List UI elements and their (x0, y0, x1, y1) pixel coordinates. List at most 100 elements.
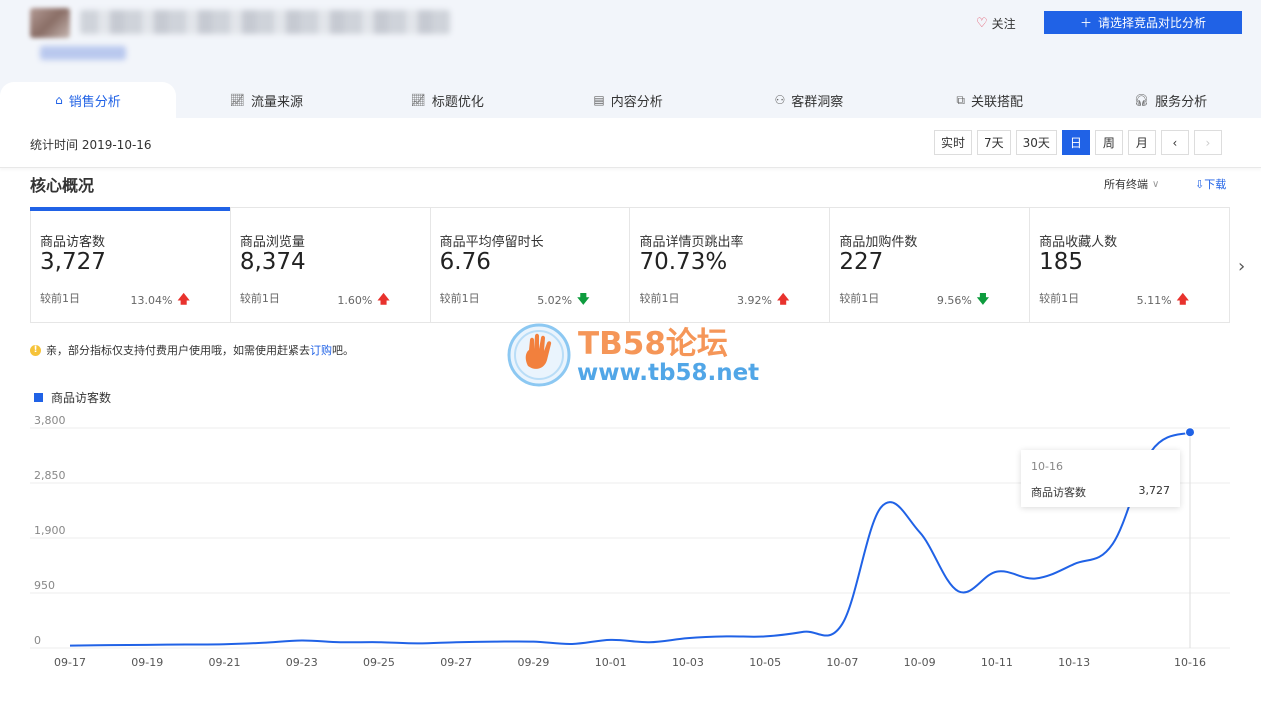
tooltip-date: 10-16 (1031, 460, 1063, 473)
x-tick-label: 09-23 (286, 656, 318, 669)
x-tick-label: 09-21 (208, 656, 240, 669)
watermark-text-brand: TB58论坛 (578, 326, 728, 362)
notice-suffix: 吧。 (332, 344, 354, 357)
download-icon: ⇩ (1195, 178, 1205, 191)
range-day-button[interactable]: 日 (1061, 130, 1090, 155)
metric-change: 3.92% 🡅 (737, 290, 789, 311)
range-realtime-button[interactable]: 实时 (934, 130, 973, 155)
tab-label: 销售分析 (68, 94, 121, 110)
tab-traffic-source[interactable]: 📈︎ 流量来源 (176, 82, 357, 118)
compare-competitor-button[interactable]: ＋ 请选择竞品对比分析 (1044, 11, 1242, 34)
x-tick-label: 10-05 (749, 656, 781, 669)
stat-time: 统计时间 2019-10-16 (30, 138, 152, 152)
metric-label: 商品平均停留时长 (439, 235, 544, 250)
metric-change-pct: 13.04% (130, 294, 173, 307)
metric-card-favorites[interactable]: 商品收藏人数 185 较前1日 5.11% 🡅 (1030, 208, 1229, 322)
y-tick-label: 1,900 (34, 524, 66, 537)
x-tick-label: 09-25 (363, 656, 395, 669)
metric-change-pct: 9.56% (936, 294, 972, 307)
metric-change-pct: 5.11% (1136, 294, 1172, 307)
tab-label: 标题优化 (431, 94, 484, 110)
tab-service-analysis[interactable]: 🎧︎ 服务分析 (1080, 82, 1261, 118)
paid-feature-notice: ! 亲，部分指标仅支持付费用户使用哦，如需使用赶紧去订购吧。 (30, 342, 354, 358)
metric-change-pct: 1.60% (337, 294, 373, 307)
metric-value: 70.73% (639, 249, 728, 275)
cards-next-button[interactable]: › (1238, 256, 1245, 277)
next-date-button[interactable]: › (1193, 130, 1222, 155)
chevron-left-icon: ‹ (1172, 135, 1178, 150)
metric-compare-label: 较前1日 (40, 292, 80, 305)
line-chart-icon: 📈︎ (410, 93, 426, 107)
x-tick-label: 10-09 (904, 656, 936, 669)
tab-content-analysis[interactable]: ▤ 内容分析 (538, 82, 719, 118)
metric-compare-label: 较前1日 (639, 292, 680, 305)
chart-legend[interactable]: 商品访客数 (34, 389, 111, 406)
prev-date-button[interactable]: ‹ (1160, 130, 1189, 155)
download-link[interactable]: ⇩下载 (1195, 176, 1226, 192)
x-tick-label: 09-27 (440, 656, 472, 669)
tab-related-match[interactable]: ⧉ 关联搭配 (899, 82, 1080, 118)
chart-tooltip: 10-16 商品访客数 3,727 (1021, 450, 1180, 507)
data-point-highlight (1185, 427, 1195, 438)
compare-button-label: 请选择竞品对比分析 (1098, 16, 1207, 30)
document-icon: ▤ (593, 93, 605, 107)
x-tick-label: 10-16 (1174, 656, 1206, 669)
metric-card-add-to-cart[interactable]: 商品加购件数 227 较前1日 9.56% 🡇 (830, 208, 1031, 322)
metric-card-visitors[interactable]: 商品访客数 3,727 较前1日 13.04% 🡅 (30, 207, 231, 322)
range-month-button[interactable]: 月 (1127, 130, 1156, 155)
section-title: 核心概况 (30, 176, 95, 195)
tab-label: 内容分析 (610, 94, 663, 110)
x-tick-label: 09-19 (131, 656, 163, 669)
metric-value: 8,374 (239, 249, 306, 275)
line-chart-icon: 📈︎ (229, 93, 246, 107)
tab-sales-analysis[interactable]: ⌂ 销售分析 (0, 82, 176, 118)
metric-cards: 商品访客数 3,727 较前1日 13.04% 🡅 商品浏览量 8,374 较前1… (30, 207, 1230, 323)
metric-change-pct: 3.92% (737, 294, 772, 307)
chevron-down-icon: ∨ (1152, 178, 1160, 190)
subscribe-link[interactable]: 订购 (310, 344, 332, 357)
product-title-blurred (80, 10, 450, 34)
tab-label: 流量来源 (251, 94, 304, 110)
metric-change: 5.02% 🡇 (537, 290, 589, 311)
terminal-select-value: 所有终端 (1104, 178, 1148, 191)
arrow-down-icon: 🡇 (577, 292, 590, 306)
tooltip-value: 3,727 (1138, 484, 1171, 497)
metric-change: 13.04% 🡅 (131, 290, 190, 311)
metric-card-pageviews[interactable]: 商品浏览量 8,374 较前1日 1.60% 🡅 (231, 208, 431, 322)
users-icon: ⚇ (774, 93, 786, 107)
x-tick-label: 10-07 (826, 656, 858, 669)
notice-text: 亲，部分指标仅支持付费用户使用哦，如需使用赶紧去订购吧。 (46, 342, 354, 358)
tab-customer-insight[interactable]: ⚇ 客群洞察 (718, 82, 899, 118)
follow-button[interactable]: ♡ 关注 (976, 15, 1016, 32)
x-tick-label: 09-17 (54, 656, 86, 669)
arrow-up-icon: 🡅 (1176, 292, 1189, 306)
metric-compare-label: 较前1日 (239, 292, 280, 305)
metric-card-bounce-rate[interactable]: 商品详情页跳出率 70.73% 较前1日 3.92% 🡅 (630, 208, 831, 322)
y-tick-label: 2,850 (34, 469, 66, 482)
range-7days-button[interactable]: 7天 (977, 130, 1011, 155)
watermark-hand-logo (507, 323, 571, 387)
arrow-down-icon: 🡇 (976, 292, 990, 306)
metric-compare-label: 较前1日 (1039, 292, 1080, 305)
headset-icon: 🎧︎ (1133, 93, 1150, 107)
metric-compare-label: 较前1日 (839, 292, 880, 305)
metric-value: 227 (839, 249, 884, 275)
arrow-up-icon: 🡅 (177, 292, 190, 306)
metric-label: 商品加购件数 (839, 235, 918, 250)
tab-title-optimization[interactable]: 📈︎ 标题优化 (357, 82, 538, 118)
chevron-right-icon: › (1205, 135, 1211, 150)
metric-value: 185 (1039, 249, 1084, 275)
x-tick-label: 10-01 (595, 656, 627, 669)
metric-change: 1.60% 🡅 (337, 290, 389, 311)
terminal-select[interactable]: 所有终端 ∨ (1104, 176, 1159, 192)
range-week-button[interactable]: 周 (1094, 130, 1123, 155)
range-30days-button[interactable]: 30天 (1015, 130, 1057, 155)
y-tick-label: 950 (34, 579, 55, 592)
product-thumbnail[interactable] (30, 8, 70, 38)
y-tick-label: 3,800 (34, 414, 66, 427)
metric-change: 5.11% 🡅 (1137, 290, 1189, 311)
watermark-text-url: www.tb58.net (577, 360, 760, 386)
x-tick-label: 10-13 (1058, 656, 1090, 669)
warning-icon: ! (30, 344, 41, 356)
metric-card-avg-stay[interactable]: 商品平均停留时长 6.76 较前1日 5.02% 🡇 (431, 208, 631, 322)
